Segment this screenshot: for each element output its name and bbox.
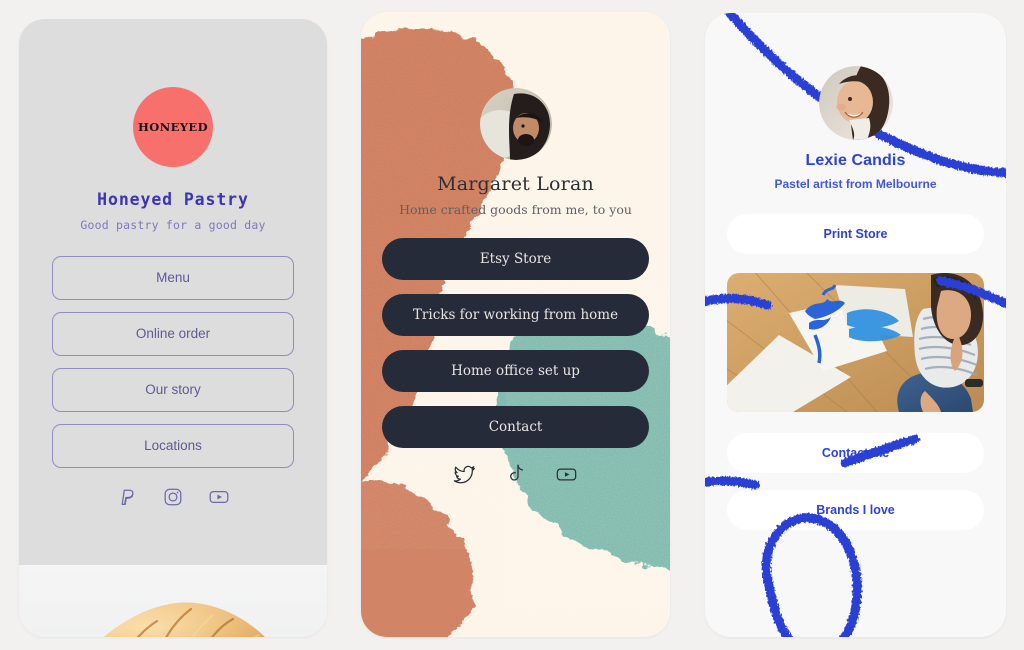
profile-name: Lexie Candis (805, 152, 906, 169)
brand-logo-text: HONEYED (138, 120, 208, 134)
profile-tagline: Good pastry for a good day (80, 218, 266, 232)
card-content: HONEYED Honeyed Pastry Good pastry for a… (19, 87, 327, 637)
social-links-row (382, 462, 649, 487)
link-button-locations[interactable]: Locations (52, 424, 294, 468)
youtube-icon[interactable] (554, 462, 579, 487)
link-button-home-office-set-up[interactable]: Home office set up (382, 350, 649, 392)
avatar (479, 88, 552, 160)
instagram-icon[interactable] (161, 485, 185, 509)
profile-card-honeyed-pastry: HONEYED Honeyed Pastry Good pastry for a… (19, 19, 327, 637)
link-button-print-store[interactable]: Print Store (727, 214, 984, 254)
cards-stage: HONEYED Honeyed Pastry Good pastry for a… (0, 0, 1024, 650)
link-button-contact[interactable]: Contact (382, 406, 649, 448)
link-button-our-story[interactable]: Our story (52, 368, 294, 412)
profile-name: Honeyed Pastry (97, 190, 249, 209)
brand-logo: HONEYED (133, 87, 213, 167)
card-content: Margaret Loran Home crafted goods from m… (361, 88, 670, 637)
link-button-list: Menu Online order Our story Locations (52, 256, 294, 468)
card-content: Lexie Candis Pastel artist from Melbourn… (705, 66, 1006, 637)
profile-card-lexie-candis: Lexie Candis Pastel artist from Melbourn… (705, 13, 1006, 637)
croissant-photo (19, 565, 327, 637)
twitter-icon[interactable] (452, 462, 477, 487)
profile-card-margaret-loran: Margaret Loran Home crafted goods from m… (361, 12, 670, 637)
social-links-row (52, 485, 294, 509)
link-button-online-order[interactable]: Online order (52, 312, 294, 356)
link-button-list: Etsy Store Tricks for working from home … (382, 238, 649, 448)
paypal-icon[interactable] (115, 485, 139, 509)
profile-tagline: Home crafted goods from me, to you (399, 202, 632, 217)
youtube-icon[interactable] (207, 485, 231, 509)
link-button-etsy-store[interactable]: Etsy Store (382, 238, 649, 280)
profile-tagline: Pastel artist from Melbourne (774, 177, 937, 191)
avatar (818, 66, 893, 140)
tiktok-icon[interactable] (503, 462, 528, 487)
feature-photo (727, 273, 984, 412)
link-button-contact-me[interactable]: Contact Me (727, 433, 984, 473)
link-button-menu[interactable]: Menu (52, 256, 294, 300)
link-button-tricks-working-from-home[interactable]: Tricks for working from home (382, 294, 649, 336)
link-button-brands-i-love[interactable]: Brands I love (727, 490, 984, 530)
profile-name: Margaret Loran (437, 173, 594, 195)
